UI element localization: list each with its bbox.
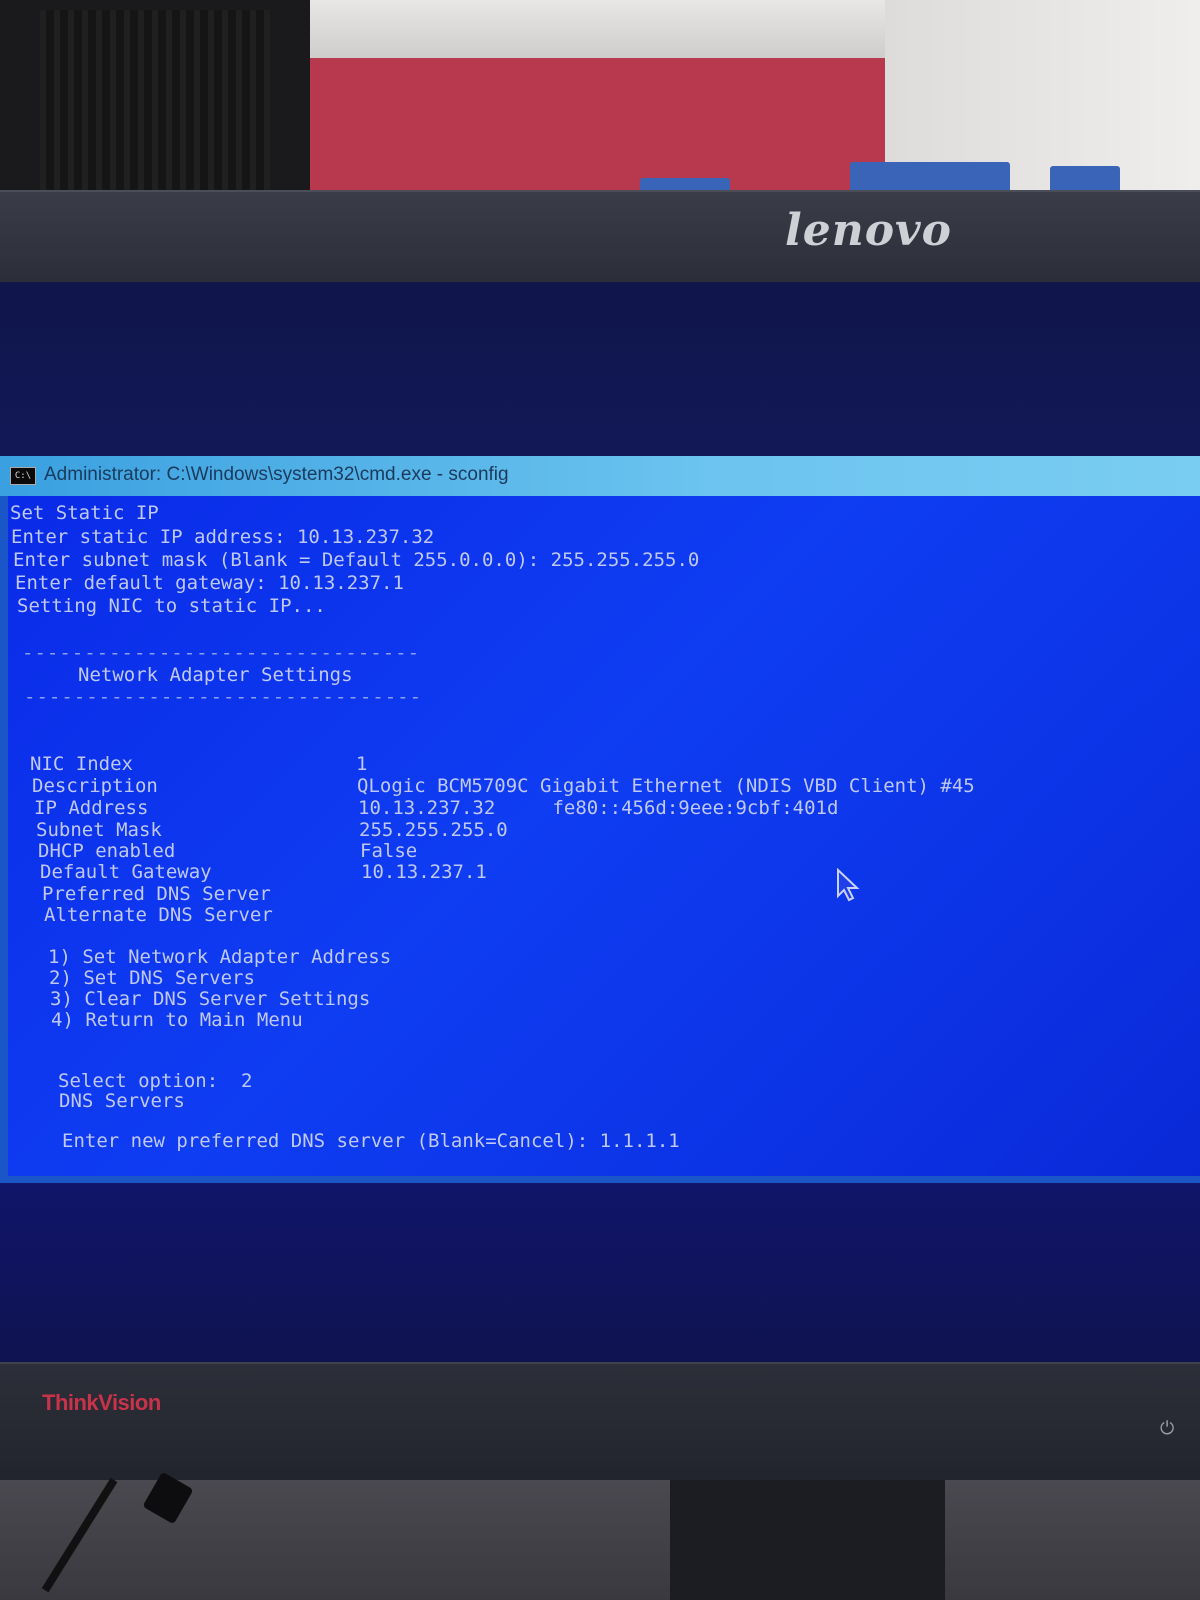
setting-label: Preferred DNS Server <box>42 883 271 905</box>
console-line: Enter default gateway: 10.13.237.1 <box>15 572 404 594</box>
setting-value: QLogic BCM5709C Gigabit Ethernet (NDIS V… <box>357 775 975 797</box>
dns-input-prompt[interactable]: Enter new preferred DNS server (Blank=Ca… <box>62 1130 680 1152</box>
console-line: Set Static IP <box>10 502 159 524</box>
dns-heading: DNS Servers <box>59 1090 185 1112</box>
select-prompt: Select option: 2 <box>58 1070 253 1092</box>
thinkvision-logo: ThinkVision <box>42 1390 161 1415</box>
menu-item: 2) Set DNS Servers <box>49 967 255 989</box>
console-line: Enter static IP address: 10.13.237.32 <box>11 526 435 548</box>
menu-item: 1) Set Network Adapter Address <box>48 946 392 968</box>
monitor-bezel-bottom <box>0 1362 1200 1484</box>
setting-label: NIC Index <box>30 753 133 775</box>
menu-item: 3) Clear DNS Server Settings <box>50 988 371 1010</box>
monitor-bezel-top <box>0 190 1200 284</box>
setting-value: 255.255.255.0 <box>359 819 508 841</box>
console-output[interactable]: Set Static IP Enter static IP address: 1… <box>8 496 1200 1176</box>
room-background <box>0 0 1200 200</box>
separator-line: -------------------------------- <box>22 642 421 664</box>
section-title: Network Adapter Settings <box>78 664 353 686</box>
menu-item: 4) Return to Main Menu <box>51 1009 303 1031</box>
lenovo-logo: lenovo <box>785 205 952 256</box>
cmd-window[interactable]: C:\ Administrator: C:\Windows\system32\c… <box>0 456 1200 1183</box>
mouse-pointer-icon <box>837 868 860 902</box>
cmd-icon: C:\ <box>10 467 36 485</box>
setting-value: 10.13.237.32 fe80::456d:9eee:9cbf:401d <box>358 797 839 819</box>
window-title: Administrator: C:\Windows\system32\cmd.e… <box>44 464 509 485</box>
power-icon[interactable]: ⏻ <box>1160 1418 1174 1439</box>
screen-lower-area <box>0 1183 1200 1363</box>
red-wall <box>310 58 885 200</box>
setting-label: Subnet Mask <box>36 819 162 841</box>
separator-line: -------------------------------- <box>24 686 423 708</box>
setting-value: 10.13.237.1 <box>361 861 487 883</box>
monitor-stand <box>670 1480 945 1600</box>
console-line: Enter subnet mask (Blank = Default 255.0… <box>13 549 700 571</box>
setting-label: DHCP enabled <box>38 840 176 862</box>
setting-label: Description <box>32 775 158 797</box>
server-rack <box>0 0 312 200</box>
setting-label: Alternate DNS Server <box>44 904 273 926</box>
setting-label: IP Address <box>34 797 149 819</box>
setting-label: Default Gateway <box>40 861 212 883</box>
setting-value: False <box>360 840 418 862</box>
setting-value: 1 <box>356 753 368 775</box>
console-line: Setting NIC to static IP... <box>17 595 326 617</box>
window-titlebar[interactable]: C:\ Administrator: C:\Windows\system32\c… <box>0 456 1200 496</box>
